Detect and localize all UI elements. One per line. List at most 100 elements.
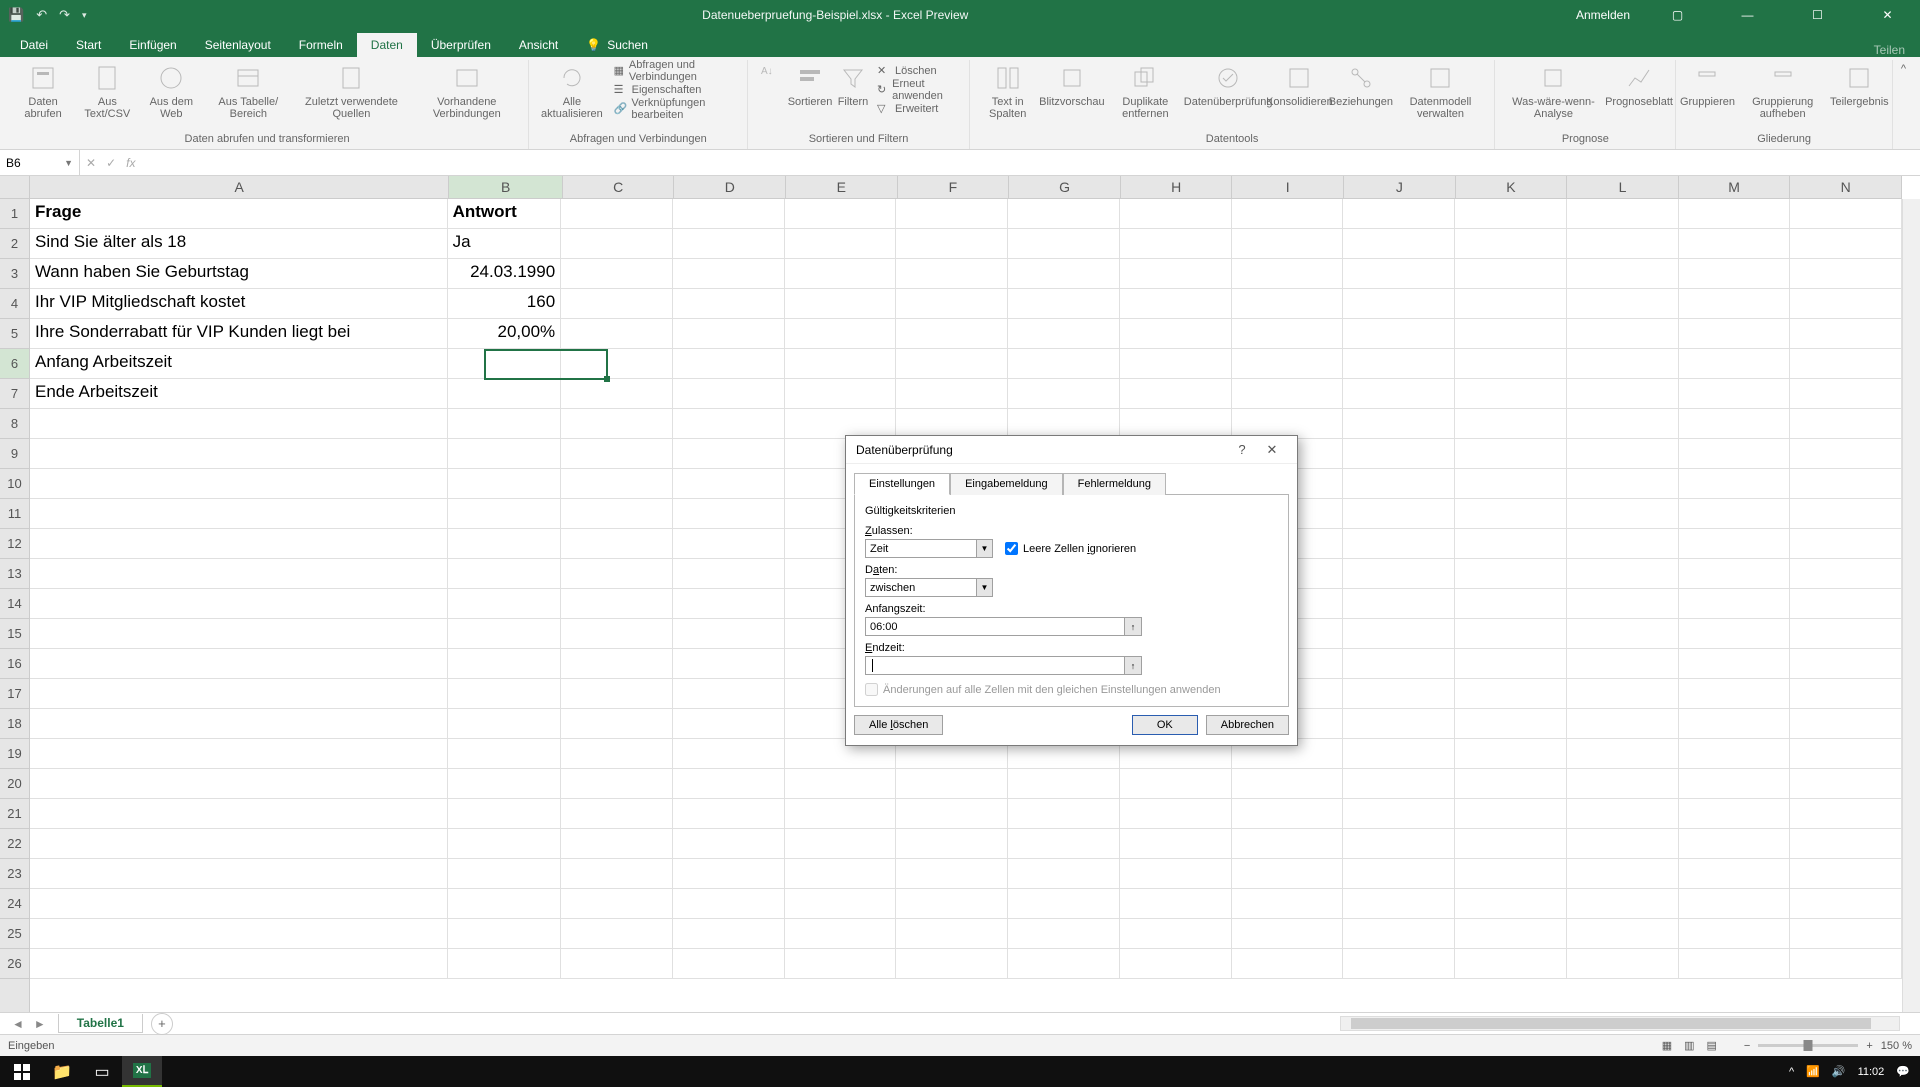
cell[interactable] <box>561 379 673 409</box>
cell[interactable] <box>448 649 562 679</box>
row-header[interactable]: 22 <box>0 829 29 859</box>
cell[interactable] <box>561 529 673 559</box>
cell[interactable] <box>1232 289 1344 319</box>
from-table-button[interactable]: Aus Tabelle/ Bereich <box>205 60 292 122</box>
cell[interactable] <box>1343 859 1455 889</box>
clock[interactable]: 11:02 <box>1858 1066 1885 1078</box>
cell[interactable] <box>1343 919 1455 949</box>
cell[interactable] <box>1567 409 1679 439</box>
column-header[interactable]: G <box>1009 176 1121 198</box>
cell[interactable] <box>896 349 1008 379</box>
dialog-help-icon[interactable]: ? <box>1227 442 1257 457</box>
signin-link[interactable]: Anmelden <box>1576 8 1630 22</box>
cell[interactable] <box>1567 229 1679 259</box>
sheet-tab[interactable]: Tabelle1 <box>58 1014 143 1033</box>
sort-az-button[interactable]: A↓ <box>754 60 786 80</box>
cell[interactable] <box>1232 889 1344 919</box>
cell[interactable]: Wann haben Sie Geburtstag <box>30 259 448 289</box>
cell[interactable] <box>30 469 448 499</box>
tab-review[interactable]: Überprüfen <box>417 33 505 57</box>
maximize-icon[interactable]: ☐ <box>1795 8 1840 22</box>
cell[interactable] <box>1679 439 1791 469</box>
cell[interactable] <box>1567 619 1679 649</box>
cell[interactable] <box>1679 709 1791 739</box>
cell[interactable] <box>896 829 1008 859</box>
cell[interactable] <box>1343 889 1455 919</box>
cell[interactable] <box>561 259 673 289</box>
cell[interactable] <box>1343 619 1455 649</box>
recent-sources-button[interactable]: Zuletzt verwendete Quellen <box>295 60 409 122</box>
subtotal-button[interactable]: Teilergebnis <box>1833 60 1886 110</box>
file-explorer-icon[interactable]: 📁 <box>42 1056 82 1087</box>
cell[interactable] <box>448 469 562 499</box>
cell[interactable] <box>673 469 785 499</box>
cell[interactable] <box>1790 739 1902 769</box>
cell[interactable] <box>1455 499 1567 529</box>
cell[interactable] <box>561 439 673 469</box>
cell[interactable] <box>673 319 785 349</box>
cell[interactable] <box>448 439 562 469</box>
cell[interactable] <box>1120 259 1232 289</box>
cell[interactable] <box>1790 559 1902 589</box>
cell[interactable] <box>673 589 785 619</box>
cell[interactable]: Antwort <box>448 199 562 229</box>
row-header[interactable]: 12 <box>0 529 29 559</box>
cell[interactable] <box>1008 259 1120 289</box>
tab-home[interactable]: Start <box>62 33 115 57</box>
consolidate-button[interactable]: Konsolidieren <box>1270 60 1329 110</box>
cell[interactable] <box>1455 199 1567 229</box>
ribbon-options-icon[interactable]: ▢ <box>1655 8 1700 22</box>
zoom-level[interactable]: 150 % <box>1881 1040 1912 1052</box>
cell[interactable]: Anfang Arbeitszeit <box>30 349 448 379</box>
cell[interactable] <box>1343 559 1455 589</box>
cell[interactable] <box>785 259 897 289</box>
cell[interactable] <box>896 889 1008 919</box>
whatif-button[interactable]: Was-wäre-wenn-Analyse <box>1501 60 1605 122</box>
cell[interactable] <box>448 409 562 439</box>
zoom-out-icon[interactable]: − <box>1744 1040 1750 1052</box>
row-header[interactable]: 5 <box>0 319 29 349</box>
cell[interactable] <box>1679 409 1791 439</box>
cell[interactable] <box>896 799 1008 829</box>
row-headers[interactable]: 1234567891011121314151617181920212223242… <box>0 199 30 1012</box>
dialog-tab-input-message[interactable]: Eingabemeldung <box>950 473 1063 495</box>
share-button[interactable]: Teilen <box>1874 43 1905 57</box>
group-button[interactable]: Gruppieren <box>1682 60 1732 110</box>
cell[interactable] <box>30 919 448 949</box>
cell[interactable] <box>1120 829 1232 859</box>
existing-connections-button[interactable]: Vorhandene Verbindungen <box>411 60 522 122</box>
filter-button[interactable]: Filtern <box>834 60 872 110</box>
cell[interactable] <box>1567 589 1679 619</box>
cell[interactable] <box>1455 379 1567 409</box>
row-header[interactable]: 14 <box>0 589 29 619</box>
cell[interactable] <box>1679 259 1791 289</box>
cell[interactable] <box>1790 649 1902 679</box>
cell[interactable] <box>1679 679 1791 709</box>
cell[interactable] <box>1455 529 1567 559</box>
start-time-input[interactable] <box>865 617 1125 636</box>
cell[interactable] <box>785 919 897 949</box>
cell[interactable] <box>1343 949 1455 979</box>
cell[interactable] <box>785 229 897 259</box>
cell[interactable] <box>1343 349 1455 379</box>
cell[interactable] <box>785 199 897 229</box>
cancel-formula-icon[interactable]: ✕ <box>86 156 96 170</box>
cell[interactable] <box>1343 679 1455 709</box>
clear-all-button[interactable]: Alle löschen <box>854 715 943 735</box>
cell[interactable] <box>448 739 562 769</box>
cell[interactable] <box>30 499 448 529</box>
cell[interactable] <box>1679 649 1791 679</box>
cell[interactable] <box>1008 349 1120 379</box>
cell[interactable] <box>1343 739 1455 769</box>
cell[interactable] <box>561 469 673 499</box>
cell[interactable] <box>1567 499 1679 529</box>
cell[interactable] <box>1008 919 1120 949</box>
cell[interactable] <box>1455 409 1567 439</box>
cell[interactable] <box>1679 859 1791 889</box>
cell[interactable] <box>30 889 448 919</box>
cell[interactable] <box>1455 229 1567 259</box>
start-button[interactable] <box>2 1056 42 1087</box>
cell[interactable] <box>1790 499 1902 529</box>
ok-button[interactable]: OK <box>1132 715 1198 735</box>
cell[interactable] <box>1567 259 1679 289</box>
